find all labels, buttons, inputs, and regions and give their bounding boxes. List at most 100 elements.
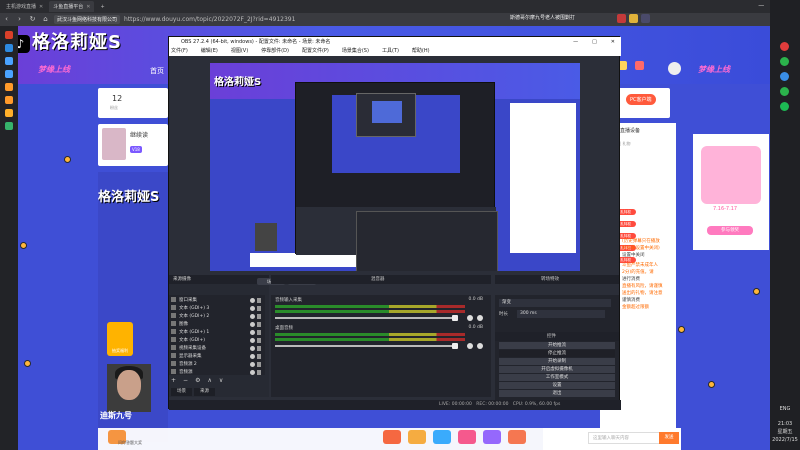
source-item[interactable]: 视频采集设备 (171, 345, 261, 352)
gift-icon[interactable] (383, 430, 401, 444)
streamer-card[interactable]: 继续读 V18 (98, 124, 168, 166)
lock-icon[interactable] (257, 338, 261, 343)
extension-icon[interactable] (629, 14, 638, 23)
obs-close-button[interactable]: ✕ (611, 37, 615, 47)
app-icon[interactable] (780, 87, 789, 96)
system-clock[interactable]: 21:03 星期五 2022/7/15 (770, 420, 800, 444)
volume-slider[interactable] (275, 315, 458, 321)
gear-icon[interactable] (477, 315, 483, 321)
lock-icon[interactable] (257, 322, 261, 327)
user-avatar[interactable] (668, 62, 681, 75)
extension-icon[interactable] (617, 14, 626, 23)
speaker-icon[interactable] (467, 315, 473, 321)
source-item[interactable]: 显示器采集 (171, 353, 261, 360)
menu-help[interactable]: 帮助(H) (412, 47, 430, 56)
source-item[interactable]: 文本 (GDI+) (171, 337, 261, 344)
duration-input[interactable]: 300 ms (517, 310, 605, 318)
obs-maximize-button[interactable]: □ (592, 37, 597, 47)
sidebar-app-icon[interactable] (5, 44, 13, 52)
menu-scene-collection[interactable]: 场景集合(S) (342, 47, 369, 56)
back-icon[interactable]: ‹ (2, 15, 11, 24)
gift-icon[interactable] (483, 430, 501, 444)
news-ticker[interactable]: 斯德哥尔摩九号老人被围剿打 (510, 14, 575, 21)
gift-icon[interactable] (508, 430, 526, 444)
promo-button[interactable]: 参与领奖 (707, 226, 753, 235)
eye-icon[interactable] (250, 298, 255, 303)
source-item[interactable]: 文本 (GDI+) 1 (171, 329, 261, 336)
eye-icon[interactable] (250, 322, 255, 327)
slider-handle[interactable] (452, 315, 458, 321)
lock-icon[interactable] (257, 306, 261, 311)
lock-icon[interactable] (257, 362, 261, 367)
source-item[interactable]: 文本 (GDI+) 3 (171, 305, 261, 312)
eye-icon[interactable] (250, 370, 255, 375)
url-input[interactable]: https://www.douyu.com/topic/2022072F_2J?… (124, 16, 295, 23)
source-item[interactable]: 文本 (GDI+) 2 (171, 313, 261, 320)
slider-handle[interactable] (452, 343, 458, 349)
menu-view[interactable]: 视图(V) (231, 47, 248, 56)
gear-icon[interactable] (477, 343, 483, 349)
stop-stream-button[interactable]: 停止推流 (499, 350, 615, 357)
chat-input[interactable]: 这里输入聊天内容 (588, 432, 666, 444)
source-item[interactable]: 音频源 2 (171, 361, 261, 368)
remove-source-button[interactable]: − (183, 377, 188, 384)
sidebar-app-icon[interactable] (5, 83, 13, 91)
obs-window[interactable]: OBS 27.2.4 (64-bit, windows) - 配置文件: 未命名… (168, 36, 621, 410)
virtual-camera-button[interactable]: 开启虚拟摄像机 (499, 366, 615, 373)
eye-icon[interactable] (250, 346, 255, 351)
minimize-button[interactable]: — (758, 2, 764, 9)
move-up-button[interactable]: ∧ (207, 377, 211, 384)
start-recording-button[interactable]: 开始录制 (499, 358, 615, 365)
start-stream-button[interactable]: 开始推流 (499, 342, 615, 349)
pc-client-button[interactable]: PC客户端 (626, 94, 656, 105)
new-tab-button[interactable]: + (96, 1, 108, 12)
browser-tab-2[interactable]: 斗鱼直播平台 ✕ (49, 1, 95, 12)
send-button[interactable]: 发送 (659, 432, 679, 444)
eye-icon[interactable] (250, 330, 255, 335)
obs-preview[interactable]: 格洛莉娅S (210, 63, 580, 271)
nav-icon[interactable] (635, 61, 644, 70)
eye-icon[interactable] (250, 314, 255, 319)
sidebar-app-icon[interactable] (5, 122, 13, 130)
sidebar-app-icon[interactable] (5, 70, 13, 78)
gift-icon[interactable] (458, 430, 476, 444)
lock-icon[interactable] (257, 346, 261, 351)
app-icon[interactable] (780, 42, 789, 51)
source-item[interactable]: 窗口采集 (171, 297, 261, 304)
close-icon[interactable]: ✕ (39, 4, 43, 10)
site-badge[interactable]: 武汉斗鱼网络科技有限公司 (54, 15, 121, 24)
close-icon[interactable]: ✕ (86, 4, 90, 10)
forward-icon[interactable]: › (15, 15, 24, 24)
home-link[interactable]: 首页 (150, 66, 164, 76)
eye-icon[interactable] (250, 306, 255, 311)
source-item[interactable]: 图像 (171, 321, 261, 328)
menu-tools[interactable]: 工具(T) (382, 47, 399, 56)
sidebar-app-icon[interactable] (5, 109, 13, 117)
menu-docks[interactable]: 停靠部件(D) (261, 47, 289, 56)
add-source-button[interactable]: + (171, 377, 176, 384)
gift-icon[interactable] (433, 430, 451, 444)
exit-button[interactable]: 退出 (499, 390, 615, 397)
gift-icon[interactable] (408, 430, 426, 444)
menu-file[interactable]: 文件(F) (171, 47, 188, 56)
source-settings-button[interactable]: ⚙ (195, 377, 200, 384)
volume-slider[interactable] (275, 343, 458, 349)
lock-icon[interactable] (257, 330, 261, 335)
app-icon[interactable] (780, 102, 789, 111)
tab-sources[interactable]: 来源 (194, 388, 215, 396)
sidebar-app-icon[interactable] (5, 31, 13, 39)
app-icon[interactable] (780, 72, 789, 81)
extension-icon[interactable] (641, 14, 650, 23)
lock-icon[interactable] (257, 314, 261, 319)
sidebar-app-icon[interactable] (5, 57, 13, 65)
eye-icon[interactable] (250, 338, 255, 343)
tab-scenes[interactable]: 场景 (171, 388, 192, 396)
obs-minimize-button[interactable]: — (573, 37, 578, 47)
settings-button[interactable]: 设置 (499, 382, 615, 389)
browser-tab-1[interactable]: 主机游戏直播 ✕ (2, 1, 47, 12)
chat-icon[interactable] (780, 57, 789, 66)
move-down-button[interactable]: ∨ (219, 377, 223, 384)
lock-icon[interactable] (257, 354, 261, 359)
lock-icon[interactable] (257, 298, 261, 303)
promo-banner[interactable]: 7.16-7.17 参与领奖 (693, 134, 769, 250)
